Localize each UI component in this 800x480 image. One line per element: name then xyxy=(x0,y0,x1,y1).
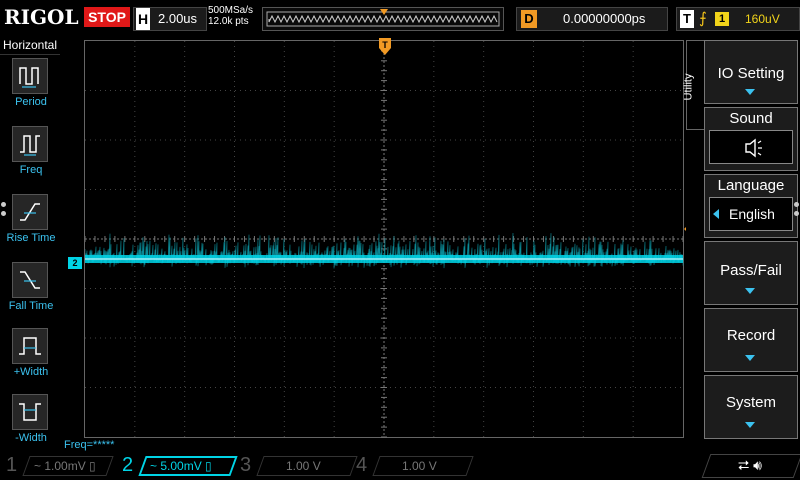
run-stop-indicator[interactable]: STOP xyxy=(84,7,130,27)
measure-minus-width[interactable]: -Width xyxy=(0,392,60,456)
channel-number: 2 xyxy=(122,454,134,476)
brand-logo: RIGOL xyxy=(4,5,79,29)
measure-fall-time[interactable]: Fall Time xyxy=(0,260,60,324)
horizontal-timebase[interactable]: H 2.00us xyxy=(133,7,207,31)
utility-tab-label: Utility xyxy=(682,73,695,101)
channel-scale: ~ 5.00mV ▯ xyxy=(150,459,212,473)
trigger-level: 160uV xyxy=(745,12,780,26)
waveform-overview[interactable] xyxy=(262,7,504,31)
channel3-tab[interactable]: 3 1.00 V xyxy=(234,454,358,478)
pass-fail-button[interactable]: Pass/Fail xyxy=(704,241,798,305)
trigger-edge-icon: ⨍ xyxy=(699,10,707,27)
utility-tab[interactable]: Utility xyxy=(682,40,704,130)
channel-number: 4 xyxy=(356,454,368,476)
rise-time-icon xyxy=(12,194,48,230)
measure-rise-time[interactable]: Rise Time xyxy=(0,192,60,256)
trigger-source: 1 xyxy=(715,12,729,26)
overview-waveform xyxy=(266,9,500,27)
chevron-down-icon xyxy=(745,89,755,95)
waveform-display[interactable] xyxy=(84,40,684,438)
sample-rate: 500MSa/s xyxy=(208,5,254,16)
chevron-down-icon xyxy=(745,288,755,294)
record-button[interactable]: Record xyxy=(704,308,798,372)
measure-label: Rise Time xyxy=(6,232,56,244)
measure-freq[interactable]: Freq xyxy=(0,124,60,188)
io-setting-label: IO Setting xyxy=(717,65,785,82)
svg-text:T: T xyxy=(382,40,388,50)
memory-depth: 12.0k pts xyxy=(208,16,249,27)
waveform-grid xyxy=(85,41,684,438)
chevron-down-icon xyxy=(745,422,755,428)
channel-scale: 1.00 V xyxy=(402,459,437,473)
channel2-tab[interactable]: 2 ~ 5.00mV ▯ xyxy=(116,454,238,478)
io-setting-button[interactable]: IO Setting xyxy=(704,40,798,104)
status-icons: ⮂ 🔊︎ xyxy=(738,457,762,474)
top-status-bar: RIGOL STOP H 2.00us 500MSa/s 12.0k pts D… xyxy=(0,0,800,36)
channel-scale: 1.00 V xyxy=(286,459,321,473)
measure-label: Period xyxy=(15,96,47,108)
measure-menu: Horizontal Period Freq Rise Time Fall Ti… xyxy=(0,36,60,450)
period-icon xyxy=(12,58,48,94)
trigger-settings[interactable]: T ⨍ 1 160uV xyxy=(676,7,800,31)
channel4-tab[interactable]: 4 1.00 V xyxy=(350,454,474,478)
measure-period[interactable]: Period xyxy=(0,56,60,120)
sound-label: Sound xyxy=(729,110,773,127)
channel2-offset-marker[interactable]: 2 xyxy=(68,257,82,269)
measure-label: Freq xyxy=(19,164,43,176)
channel-status-bar: 1 ~ 1.00mV ▯ 2 ~ 5.00mV ▯ 3 1.00 V 4 1.0… xyxy=(0,452,800,480)
system-label: System xyxy=(725,394,776,411)
acquisition-info: 500MSa/s 12.0k pts xyxy=(208,5,253,27)
right-scroll-dots xyxy=(794,202,800,220)
system-button[interactable]: System xyxy=(704,375,798,439)
left-scroll-dots xyxy=(1,202,7,220)
channel-number: 1 xyxy=(6,454,18,476)
utility-menu: Utility IO Setting Sound Language Englis… xyxy=(682,40,800,440)
horizontal-label: H xyxy=(136,8,150,30)
pass-fail-label: Pass/Fail xyxy=(720,262,782,279)
language-value: English xyxy=(729,206,775,222)
measure-category-title[interactable]: Horizontal xyxy=(0,38,60,55)
channel-scale: ~ 1.00mV ▯ xyxy=(34,459,96,473)
measure-plus-width[interactable]: +Width xyxy=(0,326,60,390)
trigger-delay[interactable]: D 0.00000000ps xyxy=(516,7,668,31)
language-label: Language xyxy=(717,177,785,194)
trigger-label: T xyxy=(680,10,694,28)
freq-icon xyxy=(12,126,48,162)
timebase-value: 2.00us xyxy=(158,11,198,26)
language-value-box: English xyxy=(709,197,793,231)
usb-icon: ⮂ xyxy=(738,457,750,473)
speaker-icon: 🔊︎ xyxy=(753,457,762,473)
sound-button[interactable]: Sound xyxy=(704,107,798,171)
measure-label: +Width xyxy=(13,366,49,378)
minus-width-icon xyxy=(12,394,48,430)
channel-number: 3 xyxy=(240,454,252,476)
sound-value-box xyxy=(709,130,793,164)
measure-label: -Width xyxy=(15,432,47,444)
speaker-icon xyxy=(745,138,762,158)
record-label: Record xyxy=(726,327,776,344)
trigger-position-marker[interactable]: T xyxy=(378,38,392,56)
channel1-tab[interactable]: 1 ~ 1.00mV ▯ xyxy=(0,454,114,478)
freq-readout: Freq=***** xyxy=(64,439,115,451)
fall-time-icon xyxy=(12,262,48,298)
measure-label: Fall Time xyxy=(8,300,54,312)
language-button[interactable]: Language English xyxy=(704,174,798,238)
chevron-down-icon xyxy=(745,355,755,361)
delay-value: 0.00000000ps xyxy=(563,11,646,26)
plus-width-icon xyxy=(12,328,48,364)
delay-label: D xyxy=(521,10,537,28)
